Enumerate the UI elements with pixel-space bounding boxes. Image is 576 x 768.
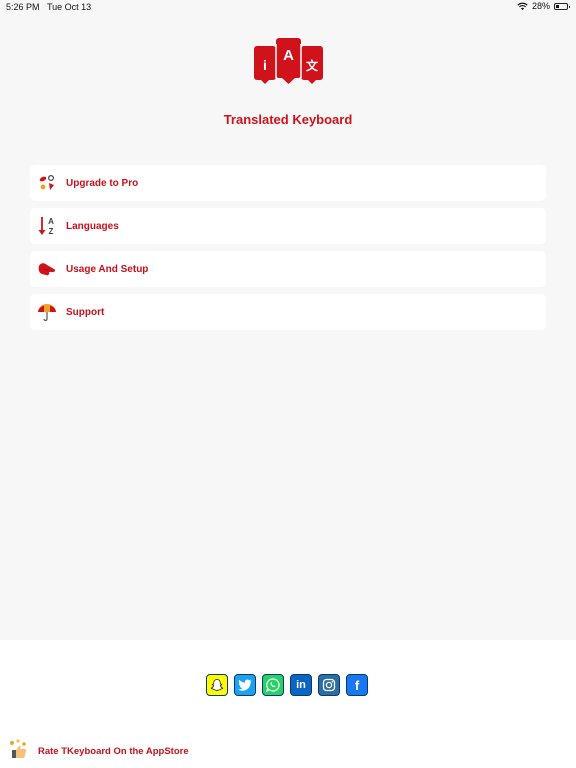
twitter-icon[interactable] <box>234 674 256 696</box>
menu-item-upgrade-to-pro[interactable]: Upgrade to Pro <box>30 165 546 201</box>
battery-icon <box>554 2 570 10</box>
svg-text:A: A <box>48 217 54 226</box>
facebook-glyph: f <box>354 677 360 693</box>
menu-item-support[interactable]: Support <box>30 294 546 330</box>
app-logo-icon: i A 文 <box>254 38 323 84</box>
linkedin-icon[interactable]: in <box>290 674 312 696</box>
status-time: 5:26 PM <box>6 2 40 12</box>
facebook-icon[interactable]: f <box>346 674 368 696</box>
status-bar: 5:26 PM Tue Oct 13 28% <box>0 0 576 16</box>
instagram-icon[interactable] <box>318 674 340 696</box>
rate-app-label: Rate TKeyboard On the AppStore <box>38 746 189 757</box>
thumbs-up-icon <box>8 738 30 765</box>
whatsapp-icon[interactable] <box>262 674 284 696</box>
logo-letter-right: 文 <box>306 58 319 73</box>
menu-item-label: Support <box>66 306 105 318</box>
logo-letter-center: A <box>283 47 294 64</box>
app-title: Translated Keyboard <box>223 112 353 127</box>
sort-az-icon: A Z <box>35 214 59 238</box>
menu-item-label: Languages <box>66 220 119 232</box>
snapchat-icon[interactable] <box>206 674 228 696</box>
wifi-icon <box>517 2 528 10</box>
rate-app-row[interactable]: Rate TKeyboard On the AppStore <box>8 738 189 765</box>
settings-menu: Upgrade to Pro A Z Languages Usage And S… <box>30 165 546 337</box>
paint-palette-icon <box>35 171 59 195</box>
linkedin-glyph: in <box>296 679 306 691</box>
svg-text:Z: Z <box>49 227 54 236</box>
logo-letter-left: i <box>263 57 267 73</box>
social-links: in f <box>206 674 368 696</box>
battery-percent: 28% <box>531 1 550 11</box>
menu-item-label: Upgrade to Pro <box>66 177 139 189</box>
menu-item-usage-and-setup[interactable]: Usage And Setup <box>30 251 546 287</box>
status-date: Tue Oct 13 <box>47 2 92 12</box>
umbrella-icon <box>35 300 59 324</box>
pointing-hand-icon <box>35 257 59 281</box>
status-indicators: 28% <box>517 1 570 11</box>
menu-item-label: Usage And Setup <box>66 263 149 275</box>
menu-item-languages[interactable]: A Z Languages <box>30 208 546 244</box>
